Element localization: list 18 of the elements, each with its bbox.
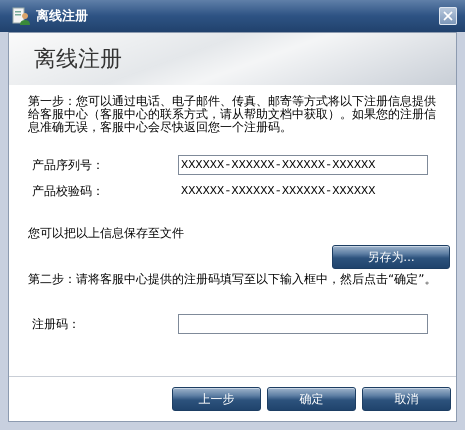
cancel-button[interactable]: 取消 xyxy=(362,387,451,411)
serial-number-field[interactable]: XXXXXX-XXXXXX-XXXXXX-XXXXXX xyxy=(178,155,428,175)
field-label: 注册码： xyxy=(32,316,81,332)
back-button[interactable]: 上一步 xyxy=(172,387,261,411)
step-one-instructions: 第一步：您可以通过电话、电子邮件、传真、邮寄等方式将以下注册信息提供给客服中心（客服中心的联系方式，请从帮助文档中获取）。如果您的注册信息准确无误，客服中心会尽快返回您一个注册码。 xyxy=(28,95,437,136)
ok-button[interactable]: 确定 xyxy=(267,387,356,411)
close-icon xyxy=(443,11,453,21)
save-as-button[interactable]: 另存为... xyxy=(332,245,450,269)
registration-code-field[interactable] xyxy=(178,314,428,334)
field-label: 产品序列号： xyxy=(32,156,105,174)
field-value: XXXXXX-XXXXXX-XXXXXX-XXXXXX xyxy=(180,184,376,198)
page-heading: 离线注册 xyxy=(34,46,122,74)
user-card-icon xyxy=(12,7,30,25)
step-two-instructions: 第二步：请将客服中心提供的注册码填写至以下输入框中，然后点击“确定”。 xyxy=(28,273,438,288)
close-button[interactable] xyxy=(439,7,457,25)
save-hint: 您可以把以上信息保存至文件 xyxy=(28,227,185,240)
field-label: 产品校验码： xyxy=(32,182,105,200)
window-title: 离线注册 xyxy=(36,8,89,25)
